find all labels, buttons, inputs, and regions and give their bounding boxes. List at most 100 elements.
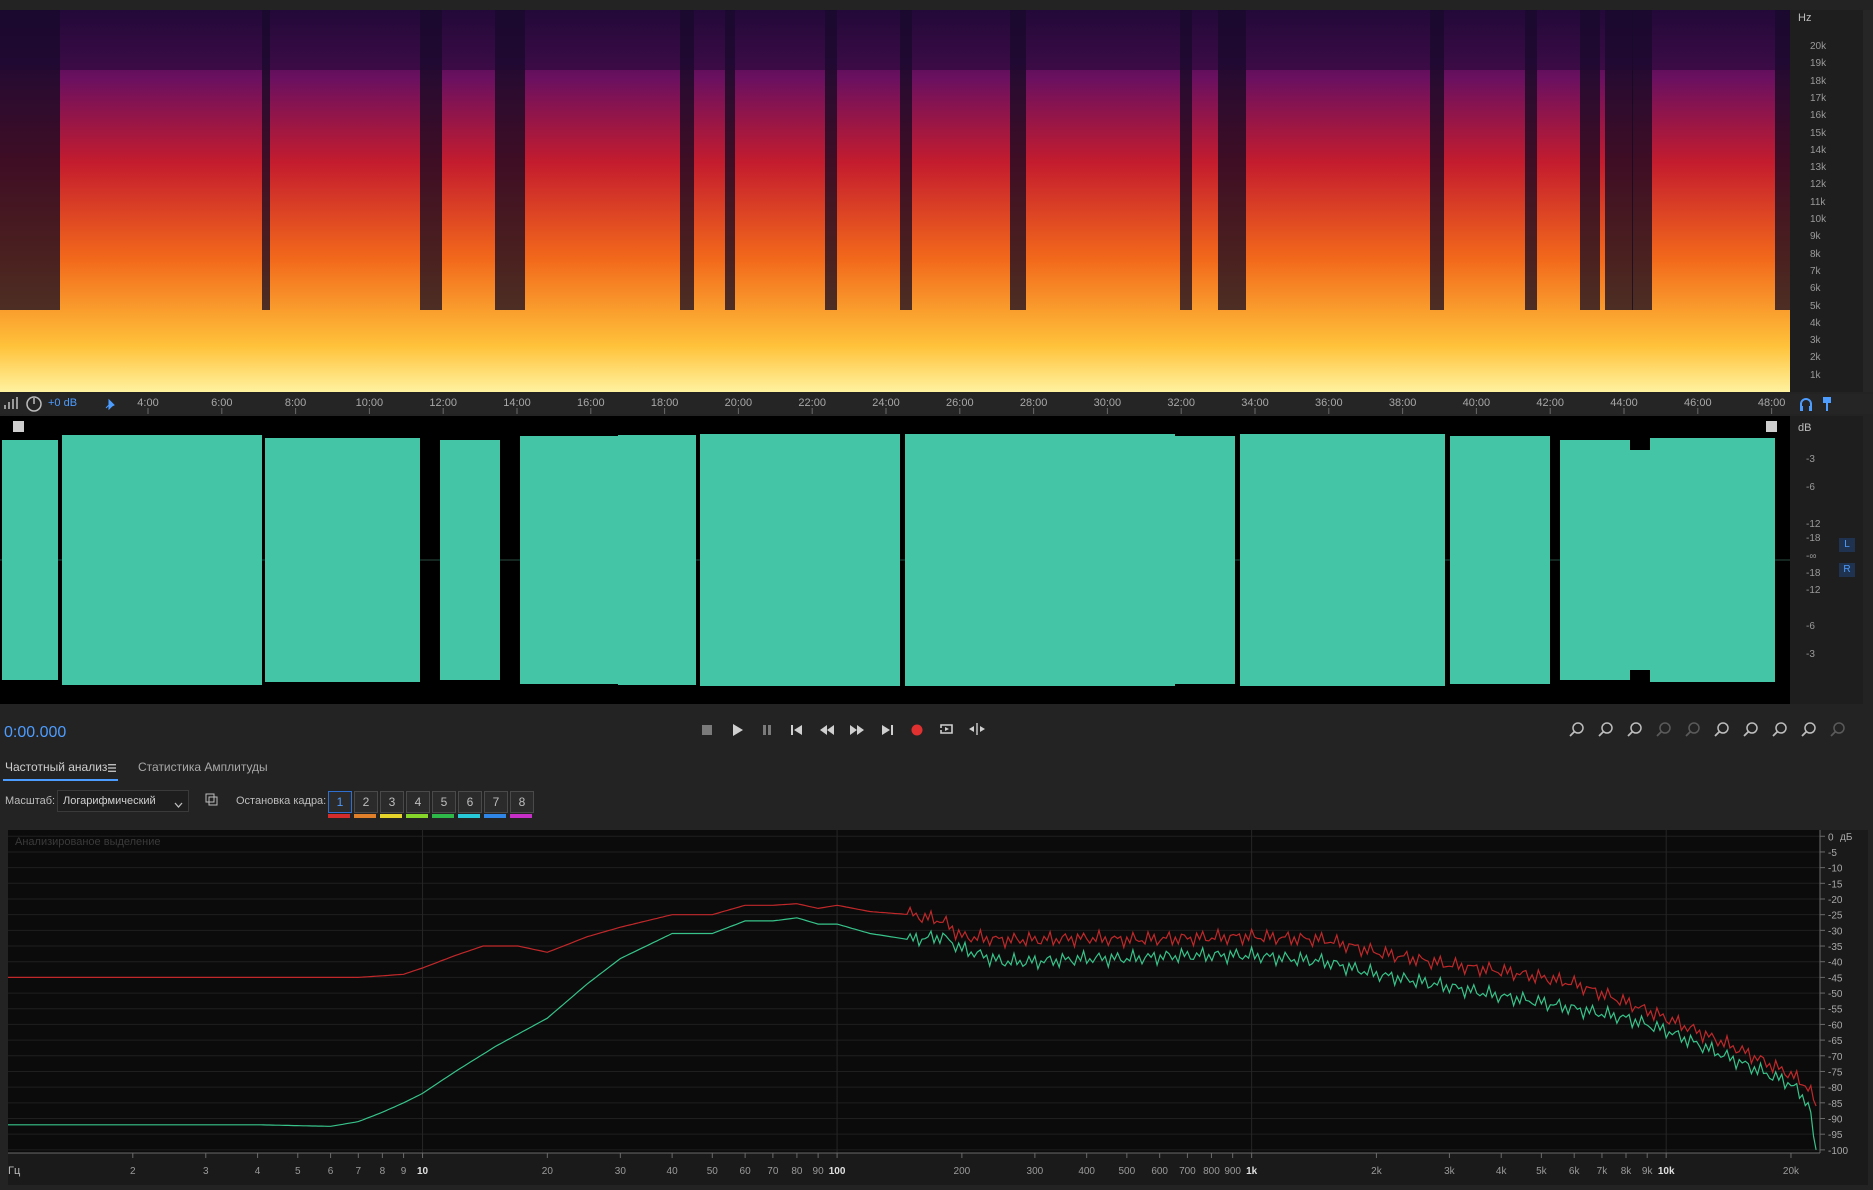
analysis-freq-label: 3k	[1444, 1166, 1456, 1177]
timeline-tick-label: 32:00	[1167, 397, 1195, 409]
timeline-tick-label: 44:00	[1610, 397, 1638, 409]
spectral-freq-label: 15k	[1810, 127, 1827, 139]
spectral-display[interactable]	[0, 10, 1790, 392]
freeze-frame-button-5[interactable]: 5	[432, 791, 456, 813]
freeze-frame-button-7[interactable]: 7	[484, 791, 508, 813]
zoom-out-full-icon[interactable]	[1652, 720, 1676, 744]
waveform-corner-handle-right[interactable]	[1766, 421, 1777, 432]
zoom-selection-icon[interactable]	[1623, 720, 1647, 744]
zoom-out-time-icon[interactable]	[1710, 720, 1734, 744]
panel-menu-icon[interactable]	[107, 762, 117, 772]
timeline-tick-label: 46:00	[1684, 397, 1712, 409]
timeline-tick-label: 30:00	[1094, 397, 1122, 409]
waveform-db-label: -18	[1806, 568, 1821, 579]
rewind-icon[interactable]	[815, 720, 839, 744]
analysis-freq-label: 9	[401, 1166, 407, 1177]
analysis-db-label: -95	[1828, 1130, 1843, 1141]
zoom-in-amplitude-icon[interactable]	[1565, 720, 1589, 744]
analysis-freq-label: 400	[1078, 1166, 1095, 1177]
spectral-hz-unit: Hz	[1798, 12, 1812, 24]
timeline-tick-label: 16:00	[577, 397, 605, 409]
spectral-freq-label: 12k	[1810, 179, 1827, 191]
headphone-icon[interactable]	[1798, 396, 1814, 412]
waveform-db-label: -12	[1806, 519, 1821, 530]
analysis-db-label: -70	[1828, 1052, 1843, 1063]
analysis-db-label: -40	[1828, 958, 1843, 969]
spectral-scrollbar[interactable]	[1863, 10, 1873, 392]
timeline-tick-label: 12:00	[429, 397, 457, 409]
analysis-freq-label: 100	[829, 1166, 846, 1177]
record-icon[interactable]	[905, 720, 929, 744]
skip-end-icon[interactable]	[875, 720, 899, 744]
copy-icon[interactable]	[205, 793, 219, 807]
freeze-frame-button-6[interactable]: 6	[458, 791, 482, 813]
waveform-corner-handle-left[interactable]	[13, 421, 24, 432]
timeline-tick-label: 22:00	[798, 397, 826, 409]
timeline-tick-label: 8:00	[285, 397, 306, 409]
waveform-db-ruler: dB -3 -6 -12 -18 -∞ -18 -12 -6 -3 L R	[1790, 416, 1863, 704]
analysis-freq-label: 5k	[1536, 1166, 1548, 1177]
fast-forward-icon[interactable]	[845, 720, 869, 744]
analysis-db-label: -80	[1828, 1083, 1843, 1094]
scale-select[interactable]: Логарифмический	[57, 790, 189, 812]
waveform-db-label: -3	[1806, 649, 1815, 660]
timeline-tick-label: 14:00	[503, 397, 531, 409]
timeline-ruler[interactable]: +0 dB 4:00 6:00 8:00 10:00 12:00 14:00 16:00 18…	[0, 394, 1790, 414]
waveform-db-label: -6	[1806, 482, 1815, 493]
spectral-freq-label: 17k	[1810, 92, 1827, 104]
freeze-frame-button-3[interactable]: 3	[380, 791, 404, 813]
spectral-freq-label: 5k	[1810, 300, 1821, 312]
waveform-block	[2, 440, 58, 680]
analysis-freq-label: 80	[791, 1166, 803, 1177]
scale-label: Масштаб:	[5, 795, 56, 807]
pause-icon[interactable]	[755, 720, 779, 744]
zoom-out-wide-icon[interactable]	[1768, 720, 1792, 744]
zoom-settings-icon[interactable]	[1826, 720, 1850, 744]
analysis-freq-label: 8	[380, 1166, 386, 1177]
timeline-tick-label: 38:00	[1389, 397, 1417, 409]
freeze-frame-button-4[interactable]: 4	[406, 791, 430, 813]
freeze-frame-color	[484, 814, 506, 818]
channel-right-button[interactable]: R	[1839, 563, 1855, 577]
freeze-frame-button-2[interactable]: 2	[354, 791, 378, 813]
zoom-out-amplitude-icon[interactable]	[1594, 720, 1618, 744]
channel-left-button[interactable]: L	[1839, 538, 1855, 552]
waveform-display[interactable]	[0, 416, 1790, 704]
spectral-freq-label: 9k	[1810, 231, 1821, 243]
tab-amplitude-statistics[interactable]: Статистика Амплитуды	[138, 760, 268, 774]
skip-selection-icon[interactable]	[965, 720, 989, 744]
timeline-tick-label: 42:00	[1536, 397, 1564, 409]
analysis-freq-label: 4k	[1496, 1166, 1508, 1177]
analysis-db-label: -5	[1828, 848, 1837, 859]
play-icon[interactable]	[725, 720, 749, 744]
zoom-in-time-icon[interactable]	[1681, 720, 1705, 744]
freeze-frame-color	[328, 814, 350, 818]
analysis-freq-label: 50	[707, 1166, 719, 1177]
analysis-freq-label: 2k	[1371, 1166, 1383, 1177]
frequency-analysis-chart[interactable]: дБ 0 -5 -10 -15 -20 -25 -30 -35 -40 -45 -50 -55 -60 -6…	[8, 830, 1868, 1185]
analysis-db-label: -15	[1828, 879, 1843, 890]
skip-start-icon[interactable]	[785, 720, 809, 744]
spectrogram-image	[0, 10, 1790, 392]
zoom-reset-icon[interactable]	[1797, 720, 1821, 744]
loop-icon[interactable]	[935, 720, 959, 744]
waveform-db-label: -12	[1806, 585, 1821, 596]
stop-icon[interactable]	[695, 720, 719, 744]
analysis-db-label: -50	[1828, 989, 1843, 1000]
timeline-tick-label: 18:00	[651, 397, 679, 409]
zoom-in-to-playhead-icon[interactable]	[1739, 720, 1763, 744]
tab-frequency-analysis[interactable]: Частотный анализ	[5, 760, 107, 774]
analysis-freq-label: 7	[356, 1166, 362, 1177]
freeze-frame-color	[406, 814, 428, 818]
freeze-frame-button-8[interactable]: 8	[510, 791, 534, 813]
current-time[interactable]: 0:00.000	[4, 724, 66, 742]
waveform-block	[618, 435, 696, 685]
waveform-block	[265, 438, 420, 682]
analysis-db-label: -90	[1828, 1115, 1843, 1126]
freeze-frame-button-1[interactable]: 1	[328, 791, 352, 813]
analysis-freq-label: 4	[255, 1166, 261, 1177]
analysis-db-label: -10	[1828, 864, 1843, 875]
chevron-down-icon	[174, 797, 183, 811]
analysis-hz-unit: Гц	[8, 1165, 21, 1177]
marker-icon[interactable]	[1820, 396, 1834, 412]
